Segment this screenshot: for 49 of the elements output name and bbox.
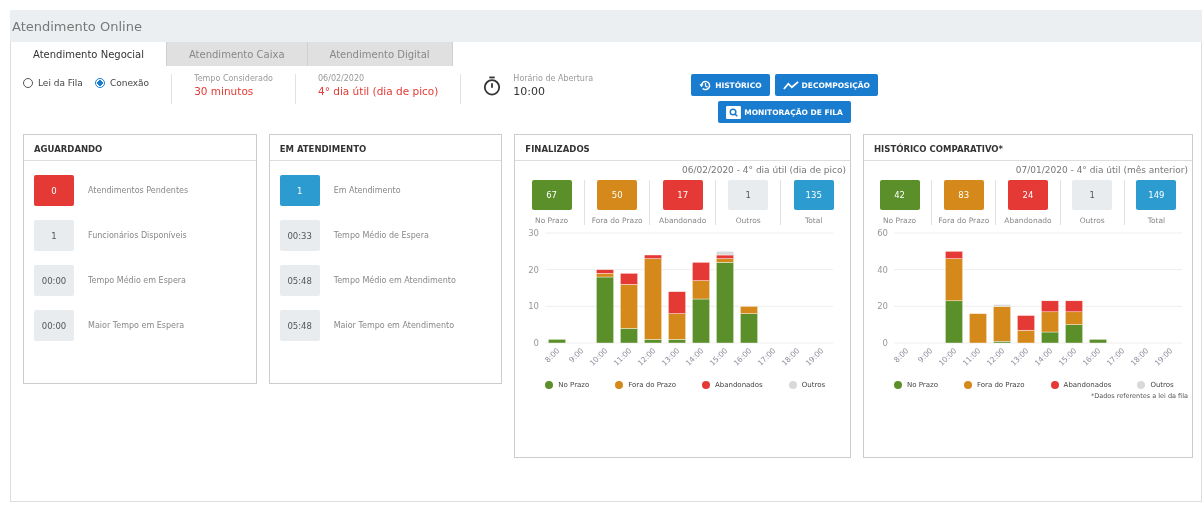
axis-tick-label: 60 [877, 228, 888, 238]
count-tile: 1 [1072, 180, 1113, 210]
count-tile: 83 [943, 180, 984, 210]
info-label: Horário de Abertura [513, 74, 594, 83]
info-label: 06/02/2020 [318, 74, 366, 83]
count-tile: 24 [1008, 180, 1048, 210]
axis-tick-label: 10 [528, 301, 540, 312]
axis-tick-label: 20 [877, 301, 888, 312]
metric-label: Em Atendimento [333, 186, 401, 195]
count-tile: 67 [531, 180, 572, 210]
info-value: 4° dia útil (dia de pico) [318, 85, 439, 97]
info-value: 10:00 [513, 85, 547, 98]
count-tile: 135 [793, 180, 834, 210]
radio-label: Lei da Fila [38, 78, 83, 88]
page-title: Atendimento Online [12, 18, 142, 34]
metric-label: Maior Tempo em Atendimento [333, 321, 455, 330]
metric-label: Tempo Médio em Espera [88, 276, 186, 285]
axis-tick-label: 0 [882, 338, 888, 348]
radio-label: Conexão [109, 78, 150, 88]
date-subtitle: 07/01/2020 - 4° dia útil (mês anterior) [1014, 165, 1188, 175]
info-label: Tempo Considerado [194, 74, 273, 83]
date-subtitle: 06/02/2020 - 4° dia útil (dia de pico) [680, 165, 846, 175]
count-tile: 42 [879, 180, 920, 210]
metric-label: Maior Tempo em Espera [88, 321, 185, 330]
value-tile: 1 [279, 175, 320, 206]
value-tile: 00:00 [34, 310, 74, 341]
axis-tick-label: 30 [528, 228, 540, 238]
count-tile: 17 [662, 180, 703, 210]
axis-tick-label: 40 [877, 264, 888, 275]
metric-label: Funcionários Disponíveis [88, 231, 187, 240]
card-title: EM ATENDIMENTO [269, 135, 502, 161]
value-tile: 00:00 [34, 265, 74, 296]
value-tile: 0 [34, 175, 74, 206]
axis-tick-label: 20 [528, 264, 540, 275]
metric-label: Atendimentos Pendentes [88, 186, 189, 195]
value-tile: 05:48 [279, 310, 320, 341]
value-tile: 05:48 [279, 265, 320, 296]
metric-label: Tempo Médio em Atendimento [333, 276, 456, 285]
card-title: HISTÓRICO COMPARATIVO* [864, 135, 1192, 161]
count-tile: 149 [1136, 180, 1177, 210]
count-tile: 1 [728, 180, 769, 210]
value-tile: 1 [34, 220, 74, 251]
count-tile: 50 [597, 180, 638, 210]
card-title: AGUARDANDO [24, 135, 256, 161]
card-title: FINALIZADOS [515, 135, 850, 161]
metric-label: Tempo Médio de Espera [333, 231, 429, 240]
axis-tick-label: 0 [533, 338, 540, 348]
value-tile: 00:33 [279, 220, 320, 251]
info-value: 30 minutos [194, 85, 255, 97]
